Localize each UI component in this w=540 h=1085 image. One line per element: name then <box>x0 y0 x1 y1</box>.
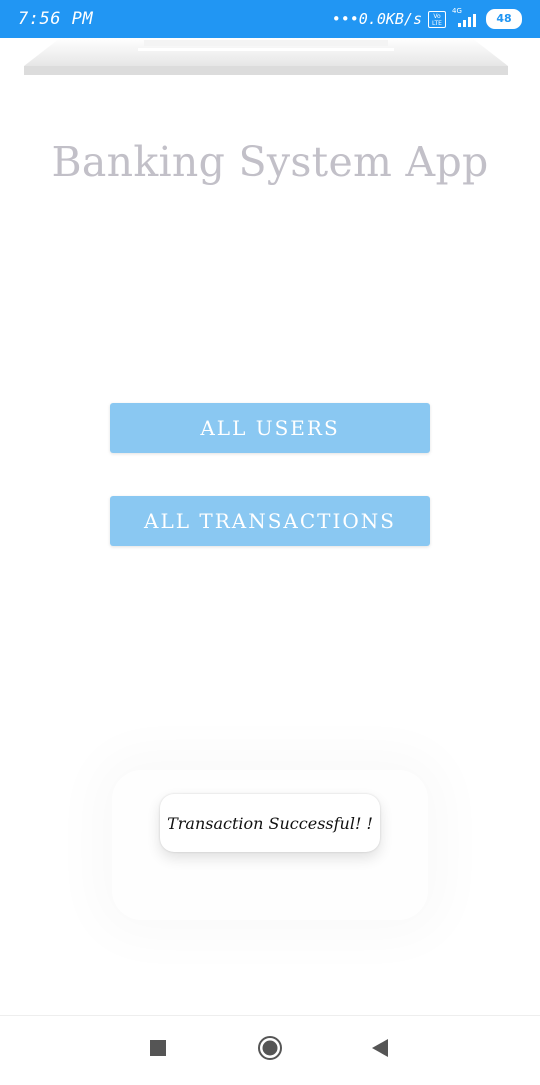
status-indicators: •••0.0KB/s Vo LTE 4G 48 <box>331 7 522 29</box>
battery-icon: 48 <box>486 9 522 29</box>
app-title: Banking System App <box>51 138 489 186</box>
status-bar: 7:56 PM •••0.0KB/s Vo LTE 4G 48 <box>0 0 540 38</box>
volte-icon: Vo LTE <box>428 10 446 28</box>
all-users-button[interactable]: ALL USERS <box>110 403 430 453</box>
back-button[interactable] <box>350 1016 410 1081</box>
all-transactions-button[interactable]: ALL TRANSACTIONS <box>110 496 430 546</box>
header-shelf-image <box>24 38 508 75</box>
toast-text: Transaction Successful! ! <box>167 813 373 833</box>
navigation-bar <box>0 1015 540 1081</box>
recents-square-icon <box>150 1040 166 1056</box>
status-time: 7:56 PM <box>18 9 94 29</box>
home-button[interactable] <box>240 1016 300 1081</box>
signal-icon: 4G <box>452 7 480 28</box>
toast-message: Transaction Successful! ! <box>160 794 380 852</box>
recents-button[interactable] <box>128 1016 188 1081</box>
network-speed: •••0.0KB/s <box>331 10 422 28</box>
home-circle-icon <box>258 1036 282 1060</box>
back-triangle-icon <box>372 1039 388 1057</box>
